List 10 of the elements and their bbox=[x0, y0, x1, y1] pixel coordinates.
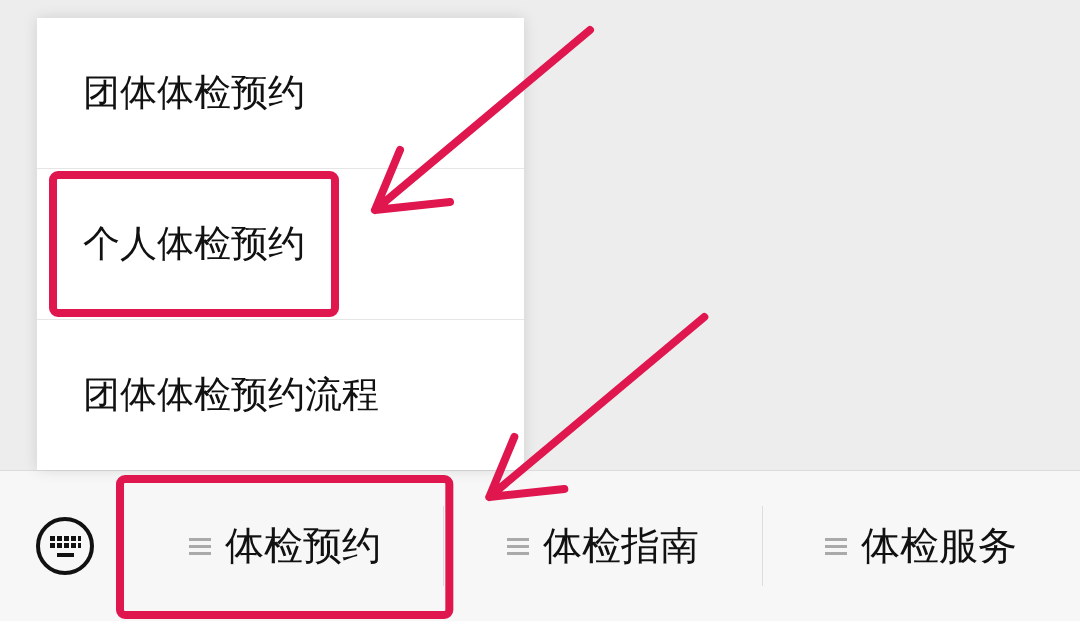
menu-tab[interactable]: 体检指南 bbox=[444, 471, 762, 621]
menu-icon bbox=[507, 536, 529, 556]
menu-tab[interactable]: 体检预约 bbox=[126, 471, 444, 621]
keyboard-icon[interactable] bbox=[34, 515, 96, 577]
menu-item[interactable]: 团体体检预约 bbox=[83, 68, 305, 118]
menu-item[interactable]: 团体体检预约流程 bbox=[83, 370, 379, 420]
menu-icon bbox=[825, 536, 848, 556]
menu-item[interactable]: 个人体检预约 bbox=[83, 219, 305, 269]
menu-icon bbox=[188, 536, 211, 556]
menu-tab[interactable]: 体检服务 bbox=[762, 471, 1080, 621]
